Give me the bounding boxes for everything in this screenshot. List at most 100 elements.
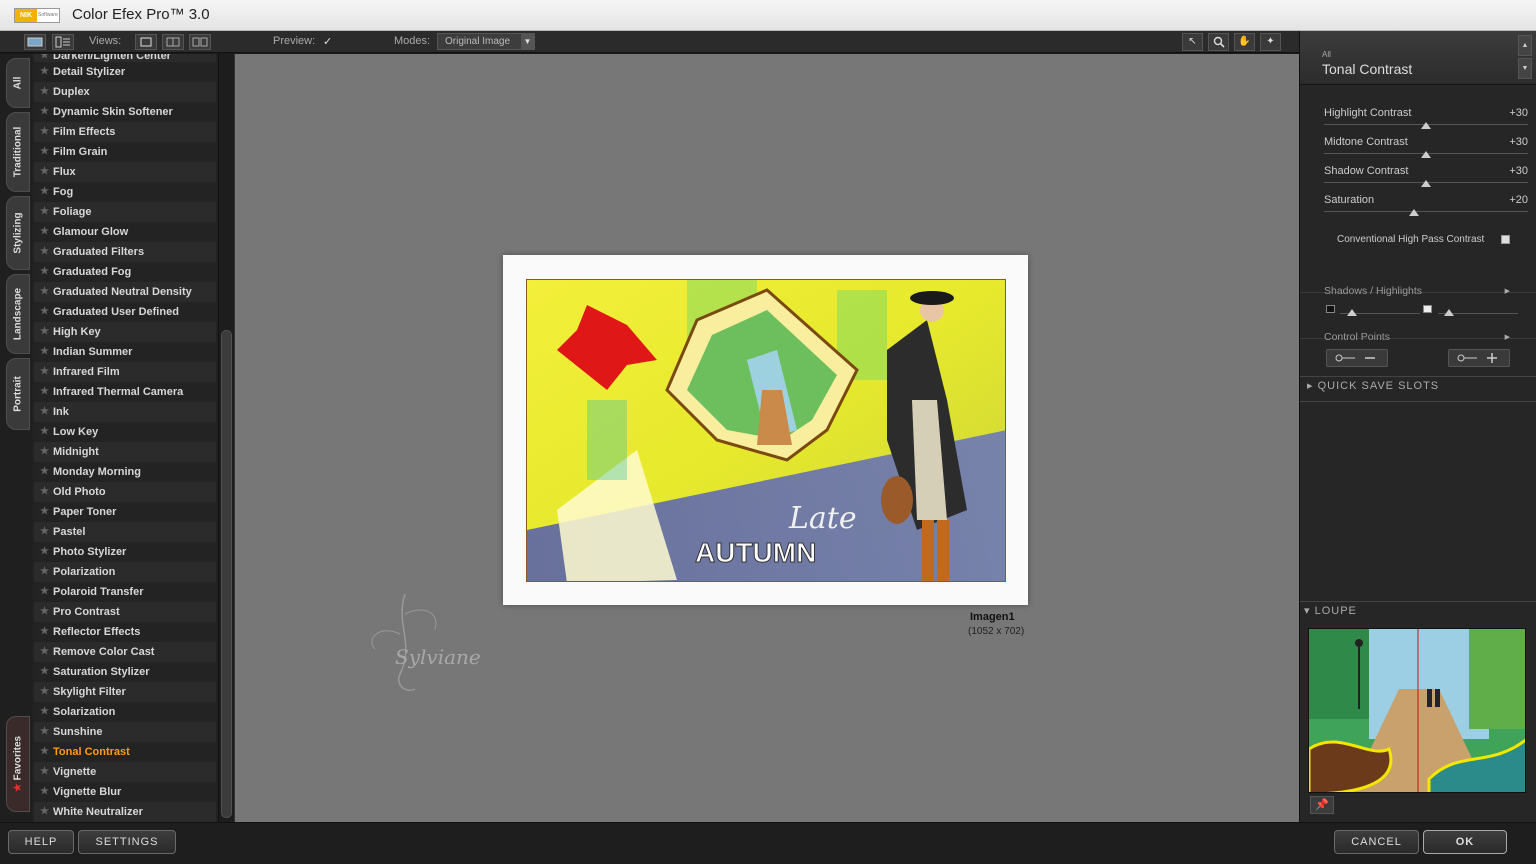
star-icon[interactable]: ★ (40, 202, 49, 222)
view-single-icon[interactable] (135, 34, 157, 50)
filter-item[interactable]: ★ Polarization (34, 562, 216, 582)
star-icon[interactable]: ★ (40, 522, 49, 542)
star-icon[interactable]: ★ (40, 622, 49, 642)
star-icon[interactable]: ★ (40, 62, 49, 82)
filter-item[interactable]: ★ Foliage (34, 202, 216, 222)
filter-item[interactable]: ★ Duplex (34, 82, 216, 102)
add-control-point-button[interactable] (1448, 349, 1510, 367)
star-icon[interactable]: ★ (40, 662, 49, 682)
pin-loupe-icon[interactable]: 📌 (1310, 796, 1334, 814)
filter-item[interactable]: ★ Glamour Glow (34, 222, 216, 242)
star-icon[interactable]: ★ (40, 302, 49, 322)
star-icon[interactable]: ★ (40, 462, 49, 482)
filter-item[interactable]: ★ Film Effects (34, 122, 216, 142)
shadows-highlights-section[interactable]: Shadows / Highlights (1324, 285, 1422, 297)
preview-checkbox[interactable]: ✓ (323, 35, 332, 48)
cancel-button[interactable]: CANCEL (1334, 830, 1419, 854)
filter-item[interactable]: ★ High Key (34, 322, 216, 342)
filter-item[interactable]: ★ Vignette (34, 762, 216, 782)
filter-item[interactable]: ★ Graduated Filters (34, 242, 216, 262)
single-view-icon[interactable] (24, 34, 46, 50)
filter-item[interactable]: ★ Monday Morning (34, 462, 216, 482)
star-icon[interactable]: ★ (40, 682, 49, 702)
expand-arrow-icon[interactable]: ▶ (1505, 333, 1510, 341)
chevron-up-icon[interactable]: ▲ (1518, 35, 1532, 56)
expand-arrow-icon[interactable]: ▶ (1505, 287, 1510, 295)
filter-item[interactable]: ★ Paper Toner (34, 502, 216, 522)
star-icon[interactable]: ★ (40, 222, 49, 242)
image-preview[interactable]: Late AUTUMN (526, 279, 1006, 582)
control-point-tool-icon[interactable]: ✦ (1260, 33, 1281, 51)
settings-button[interactable]: SETTINGS (78, 830, 176, 854)
star-icon[interactable]: ★ (40, 602, 49, 622)
loupe-header[interactable]: ▾ LOUPE (1304, 604, 1357, 617)
filter-item[interactable]: ★ Vignette Blur (34, 782, 216, 802)
image-canvas[interactable]: Late AUTUMN Imagen1 (1052 x 702) Sylvian… (234, 54, 1299, 822)
highlights-slider-knob[interactable] (1444, 309, 1454, 316)
star-icon[interactable]: ★ (40, 642, 49, 662)
star-icon[interactable]: ★ (40, 282, 49, 302)
filter-item[interactable]: ★ Flux (34, 162, 216, 182)
filter-item[interactable]: ★ Reflector Effects (34, 622, 216, 642)
star-icon[interactable]: ★ (40, 582, 49, 602)
filter-item[interactable]: ★ Sunshine (34, 722, 216, 742)
star-icon[interactable]: ★ (40, 242, 49, 262)
star-icon[interactable]: ★ (40, 742, 49, 762)
filter-item[interactable]: ★ Photo Stylizer (34, 542, 216, 562)
filter-item-selected[interactable]: ★ Tonal Contrast (34, 742, 216, 762)
slider-saturation[interactable] (1324, 211, 1528, 212)
star-icon[interactable]: ★ (40, 702, 49, 722)
star-icon[interactable]: ★ (40, 442, 49, 462)
star-icon[interactable]: ★ (40, 762, 49, 782)
filter-item[interactable]: ★ Skylight Filter (34, 682, 216, 702)
conventional-high-pass-checkbox[interactable] (1501, 235, 1510, 244)
star-icon[interactable]: ★ (40, 142, 49, 162)
filter-item[interactable]: ★ Infrared Thermal Camera (34, 382, 216, 402)
star-icon[interactable]: ★ (40, 122, 49, 142)
star-icon[interactable]: ★ (40, 262, 49, 282)
star-icon[interactable]: ★ (40, 322, 49, 342)
filter-item[interactable]: ★ Old Photo (34, 482, 216, 502)
tab-stylizing[interactable]: Stylizing (6, 196, 30, 270)
star-icon[interactable]: ★ (40, 502, 49, 522)
star-icon[interactable]: ★ (40, 562, 49, 582)
filter-item[interactable]: ★ White Neutralizer (34, 802, 216, 822)
help-button[interactable]: HELP (8, 830, 74, 854)
slider-midtone-contrast-knob[interactable] (1421, 151, 1431, 158)
quick-save-slots-header[interactable]: ▸ QUICK SAVE SLOTS (1307, 379, 1439, 392)
filter-item[interactable]: ★ Detail Stylizer (34, 62, 216, 82)
filter-item[interactable]: ★ Low Key (34, 422, 216, 442)
tab-traditional[interactable]: Traditional (6, 112, 30, 192)
star-icon[interactable]: ★ (40, 382, 49, 402)
tab-landscape[interactable]: Landscape (6, 274, 30, 354)
filter-item[interactable]: ★ Indian Summer (34, 342, 216, 362)
star-icon[interactable]: ★ (40, 342, 49, 362)
slider-saturation-knob[interactable] (1408, 209, 1419, 216)
remove-control-point-button[interactable] (1326, 349, 1388, 367)
filter-item[interactable]: ★ Fog (34, 182, 216, 202)
tab-favorites[interactable]: ★ Favorites (6, 716, 30, 812)
modes-select[interactable]: Original Image ▼ (437, 33, 535, 50)
filter-item[interactable]: ★ Solarization (34, 702, 216, 722)
arrow-tool-icon[interactable]: ↖ (1182, 33, 1203, 51)
tab-portrait[interactable]: Portrait (6, 358, 30, 430)
filter-item[interactable]: ★ Graduated User Defined (34, 302, 216, 322)
filter-item[interactable]: ★ Saturation Stylizer (34, 662, 216, 682)
star-icon[interactable]: ★ (40, 782, 49, 802)
star-icon[interactable]: ★ (40, 182, 49, 202)
star-icon[interactable]: ★ (40, 402, 49, 422)
filter-item[interactable]: ★ Ink (34, 402, 216, 422)
filter-item[interactable]: ★ Graduated Fog (34, 262, 216, 282)
filter-item[interactable]: ★ Film Grain (34, 142, 216, 162)
star-icon[interactable]: ★ (40, 802, 49, 822)
filter-list-scrollbar[interactable] (218, 54, 234, 822)
zoom-tool-icon[interactable] (1208, 33, 1229, 51)
slider-shadow-contrast-knob[interactable] (1421, 180, 1431, 187)
slider-highlight-contrast-knob[interactable] (1421, 122, 1431, 129)
filter-item[interactable]: ★ Dynamic Skin Softener (34, 102, 216, 122)
hand-tool-icon[interactable]: ✋ (1234, 33, 1255, 51)
star-icon[interactable]: ★ (40, 162, 49, 182)
ok-button[interactable]: OK (1423, 830, 1507, 854)
star-icon[interactable]: ★ (40, 542, 49, 562)
scrollbar-thumb[interactable] (221, 330, 232, 818)
